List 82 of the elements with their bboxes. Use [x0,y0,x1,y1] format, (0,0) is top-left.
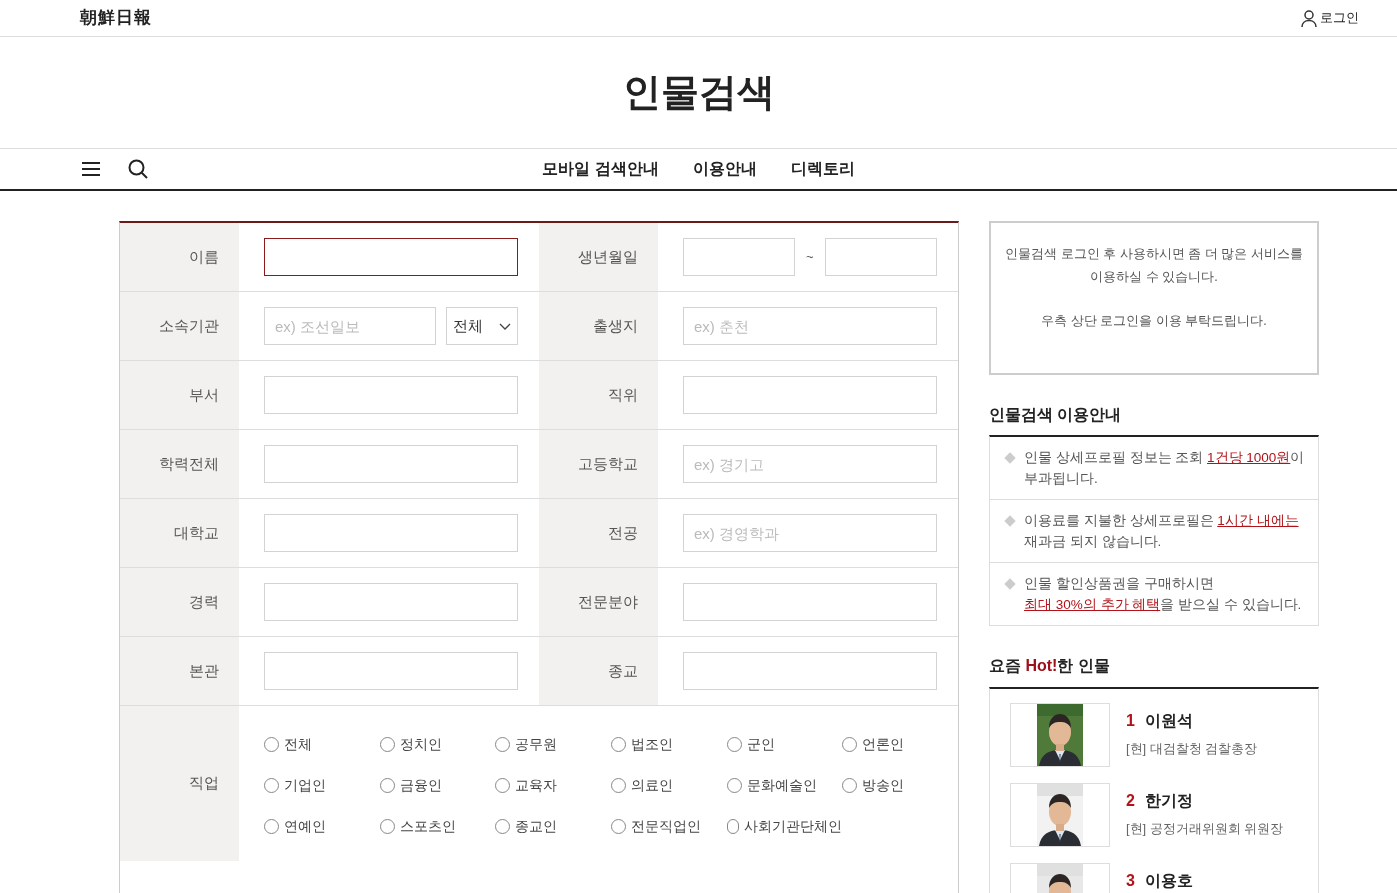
nav-link[interactable]: 모바일 검색안내 [542,157,659,181]
option-label: 기업인 [284,776,326,795]
option-label: 언론인 [862,735,905,754]
person-name[interactable]: 한기정 [1144,789,1193,813]
rank-number: 1 [1126,711,1135,731]
notice-text: 우측 상단 로그인을 이용 부탁드립니다. [1040,313,1268,330]
option-label: 군인 [746,735,775,754]
rank-number: 3 [1126,871,1135,891]
radio-option[interactable]: 종교인 [495,816,611,837]
field-label: 종교 [608,660,638,681]
person-name[interactable]: 이용호 [1144,869,1193,893]
option-label: 스포츠인 [399,817,456,836]
radio-option[interactable]: 문화예술인 [726,775,843,796]
radio-option[interactable]: 기업인 [264,775,380,796]
field-label: 부서 [189,384,219,405]
radio-option[interactable]: 사회기관단체인 [726,816,843,837]
field-label: 경력 [189,591,219,612]
radio-option[interactable]: 공무원 [495,734,611,755]
person-name[interactable]: 이원석 [1144,709,1193,733]
range-separator: ~ [805,248,815,267]
search-icon[interactable] [128,159,148,179]
rank-number: 2 [1126,791,1135,811]
input-field[interactable] [264,238,518,276]
logo[interactable]: 朝鮮日報 [80,5,152,31]
field-label: 학력전체 [159,453,219,474]
radio-option[interactable]: 교육자 [495,775,611,796]
field-label: 전문분야 [578,591,638,612]
option-label: 교육자 [515,776,558,795]
option-label: 전체 [284,735,312,754]
field-label: 생년월일 [578,246,638,267]
radio-option[interactable]: 언론인 [842,734,958,755]
guide-text: 인물 할인상품권을 구매하시면 최대 30%의 추가 혜택 을 받으실 수 있습니다. [1024,575,1303,614]
person-position: [현] 대검찰청 검찰총장 [1126,740,1258,758]
radio-option[interactable]: 금융인 [379,775,496,796]
radio-option[interactable]: 연예인 [264,816,380,837]
page-title: 인물검색 [622,70,775,115]
guide-text: 인물 상세프로필 정보는 조회 1건당 1000원이 부과됩니다. [1024,449,1306,488]
user-icon [1301,9,1317,27]
radio-option[interactable]: 전체 [264,734,380,755]
radio-option[interactable]: 법조인 [611,734,727,755]
field-label: 직위 [608,384,638,405]
link[interactable]: 1건당 1000원 [1207,450,1291,465]
photo-frame[interactable] [1010,703,1110,767]
option-label: 방송인 [862,776,905,795]
field-label: 고등학교 [578,453,638,474]
option-label: 금융인 [399,776,442,795]
chevron-down-icon [499,322,511,330]
radio-option[interactable]: 정치인 [379,734,496,755]
option-label: 정치인 [399,735,442,754]
option-label: 문화예술인 [746,776,817,795]
field-label: 대학교 [174,522,219,543]
option-label: 전문직업인 [631,817,701,836]
menu-icon[interactable] [82,161,100,177]
link[interactable]: 1시간 내에는 [1217,513,1299,528]
section-title: 인물검색 이용안내 [989,405,1123,425]
section-title: 요즘 Hot!한 인물 [989,656,1111,676]
option-label: 법조인 [631,735,673,754]
select-dropdown[interactable]: 전체 [446,307,518,345]
radio-option[interactable]: 스포츠인 [379,816,496,837]
option-label: 종교인 [515,817,558,836]
guide-text: 이용료를 지불한 상세프로필은 1시간 내에는 재과금 되지 않습니다. [1024,512,1300,551]
radio-option[interactable]: 의료인 [611,775,727,796]
nav-link[interactable]: 디렉토리 [790,157,855,181]
nav-link[interactable]: 이용안내 [692,157,757,181]
radio-option[interactable]: 방송인 [842,775,958,796]
field-label: 출생지 [593,315,638,336]
photo-frame[interactable] [1010,783,1110,847]
field-label: 직업 [189,773,219,794]
radio-option[interactable]: 전문직업인 [611,816,727,837]
option-label: 연예인 [284,817,326,836]
field-label: 본관 [189,660,219,681]
field-label: 전공 [608,522,638,543]
option-label: 공무원 [515,735,558,754]
radio-option[interactable]: 군인 [726,734,843,755]
link[interactable]: 최대 30%의 추가 혜택 [1024,597,1161,612]
option-label: 의료인 [631,776,673,795]
person-position: [현] 공정거래위원회 위원장 [1126,820,1284,838]
field-label: 이름 [189,246,219,267]
option-label: 사회기관단체인 [744,817,843,836]
field-label: 소속기관 [159,315,219,336]
login-link[interactable]: 로그인 [1301,8,1359,28]
notice-text: 인물검색 로그인 후 사용하시면 좀 더 많은 서비스를 이용하실 수 있습니다. [1004,246,1304,286]
